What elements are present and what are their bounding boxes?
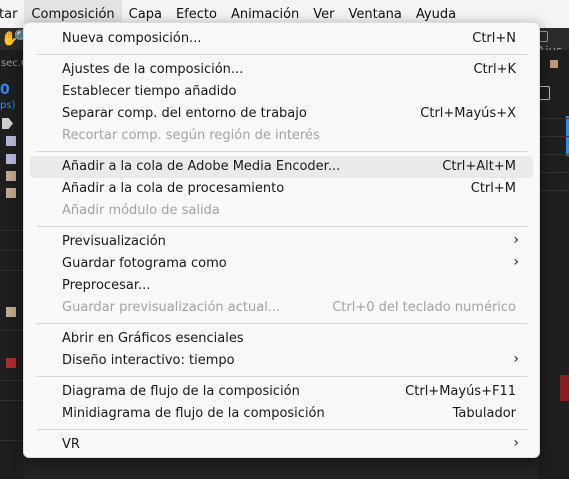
- track-divider: [538, 136, 569, 137]
- layer-row-divider: [0, 330, 23, 331]
- menu-item-shortcut: Tabulador: [452, 406, 516, 421]
- chevron-right-icon: ›: [513, 232, 519, 248]
- menu-item-label: Abrir en Gráficos esenciales: [62, 331, 244, 346]
- menu-separator: [37, 54, 527, 55]
- menu-separator: [37, 323, 527, 324]
- layer-row-divider: [0, 230, 23, 231]
- timeline-panel-left: sec.G 0 ps): [0, 50, 29, 479]
- fps-text: ps): [0, 100, 16, 111]
- composicion-dropdown-menu: Nueva composición... Ctrl+N Ajustes de l…: [23, 22, 540, 458]
- menu-item-label: Añadir a la cola de Adobe Media Encoder.…: [62, 159, 341, 174]
- menu-item-guardar-previsualizacion: Guardar previsualización actual... Ctrl+…: [30, 297, 533, 319]
- menu-item-separar-comp[interactable]: Separar comp. del entorno de trabajo Ctr…: [30, 103, 533, 125]
- layer-row-divider: [0, 270, 23, 271]
- menu-item-diseno-interactivo[interactable]: Diseño interactivo: tiempo ›: [30, 350, 533, 372]
- menu-item-vr[interactable]: VR ›: [30, 434, 533, 456]
- menu-item-recortar-comp: Recortar comp. según región de interés: [30, 125, 533, 147]
- layer-row-divider: [0, 380, 23, 381]
- menu-item-label: Añadir módulo de salida: [62, 203, 220, 218]
- track-divider: [538, 172, 569, 173]
- menu-item-label: Preprocesar...: [62, 278, 151, 293]
- menu-item-shortcut: Ctrl+Alt+M: [442, 159, 516, 174]
- menu-item-label: Establecer tiempo añadido: [62, 84, 237, 99]
- menu-item-label: Guardar previsualización actual...: [62, 300, 281, 315]
- layer-bar[interactable]: [560, 375, 569, 401]
- track-divider: [538, 154, 569, 155]
- menu-item-cola-procesamiento[interactable]: Añadir a la cola de procesamiento Ctrl+M: [30, 178, 533, 200]
- menu-item-label: Separar comp. del entorno de trabajo: [62, 106, 307, 121]
- layer-row-divider: [0, 440, 23, 441]
- label-color-swatch[interactable]: [6, 358, 16, 368]
- menu-separator: [37, 429, 527, 430]
- menu-item-establecer-tiempo[interactable]: Establecer tiempo añadido: [30, 81, 533, 103]
- menu-separator: [37, 151, 527, 152]
- menu-separator: [37, 376, 527, 377]
- menu-item-minidiagrama-flujo[interactable]: Minidiagrama de flujo de la composición …: [30, 403, 533, 425]
- menu-item-label: Previsualización: [62, 234, 166, 249]
- menu-item-shortcut: Ctrl+Mayús+F11: [405, 384, 516, 399]
- menu-item-label: Minidiagrama de flujo de la composición: [62, 406, 325, 421]
- label-tag-icon: [2, 118, 13, 129]
- menu-ventana-partial[interactable]: tar: [0, 0, 24, 28]
- menu-item-label: VR: [62, 437, 80, 452]
- current-time-display[interactable]: 0: [0, 82, 10, 98]
- menu-item-shortcut: Ctrl+Mayús+X: [420, 106, 516, 121]
- menu-item-previsualizacion[interactable]: Previsualización ›: [30, 231, 533, 253]
- menu-item-shortcut: Ctrl+N: [472, 31, 516, 46]
- menu-item-label: Nueva composición...: [62, 31, 202, 46]
- menu-item-label: Diseño interactivo: tiempo: [62, 353, 235, 368]
- menu-item-anadir-modulo-salida: Añadir módulo de salida: [30, 200, 533, 222]
- label-color-swatch[interactable]: [6, 136, 16, 146]
- menu-item-label: Ajustes de la composición...: [62, 62, 244, 77]
- menu-item-graficos-esenciales[interactable]: Abrir en Gráficos esenciales: [30, 328, 533, 350]
- menu-item-label: Añadir a la cola de procesamiento: [62, 181, 285, 196]
- label-color-swatch[interactable]: [550, 60, 558, 68]
- label-color-swatch[interactable]: [6, 188, 16, 198]
- chevron-right-icon: ›: [513, 435, 519, 451]
- menu-item-cola-media-encoder[interactable]: Añadir a la cola de Adobe Media Encoder.…: [30, 156, 533, 178]
- menu-item-label: Diagrama de flujo de la composición: [62, 384, 300, 399]
- menu-item-shortcut: Ctrl+0 del teclado numérico: [332, 300, 516, 315]
- menu-item-label: Guardar fotograma como: [62, 256, 227, 271]
- track-divider: [538, 190, 569, 191]
- layer-row-divider: [0, 250, 23, 251]
- chevron-right-icon: ›: [513, 254, 519, 270]
- menu-item-guardar-fotograma[interactable]: Guardar fotograma como ›: [30, 253, 533, 275]
- menu-item-preprocesar[interactable]: Preprocesar...: [30, 275, 533, 297]
- label-color-swatch[interactable]: [6, 307, 16, 317]
- menu-item-shortcut: Ctrl+K: [473, 62, 516, 77]
- label-color-swatch[interactable]: [6, 154, 16, 164]
- chevron-right-icon: ›: [513, 351, 519, 367]
- label-color-swatch[interactable]: [6, 171, 16, 181]
- menu-item-ajustes-composicion[interactable]: Ajustes de la composición... Ctrl+K: [30, 59, 533, 81]
- menu-item-nueva-composicion[interactable]: Nueva composición... Ctrl+N: [30, 28, 533, 50]
- menu-separator: [37, 226, 527, 227]
- layer-row-divider: [0, 400, 23, 401]
- track-divider: [538, 118, 569, 119]
- menu-item-label: Recortar comp. según región de interés: [62, 128, 320, 143]
- menu-item-shortcut: Ctrl+M: [470, 181, 516, 196]
- menu-item-diagrama-flujo[interactable]: Diagrama de flujo de la composición Ctrl…: [30, 381, 533, 403]
- timeline-panel-right: [538, 50, 569, 479]
